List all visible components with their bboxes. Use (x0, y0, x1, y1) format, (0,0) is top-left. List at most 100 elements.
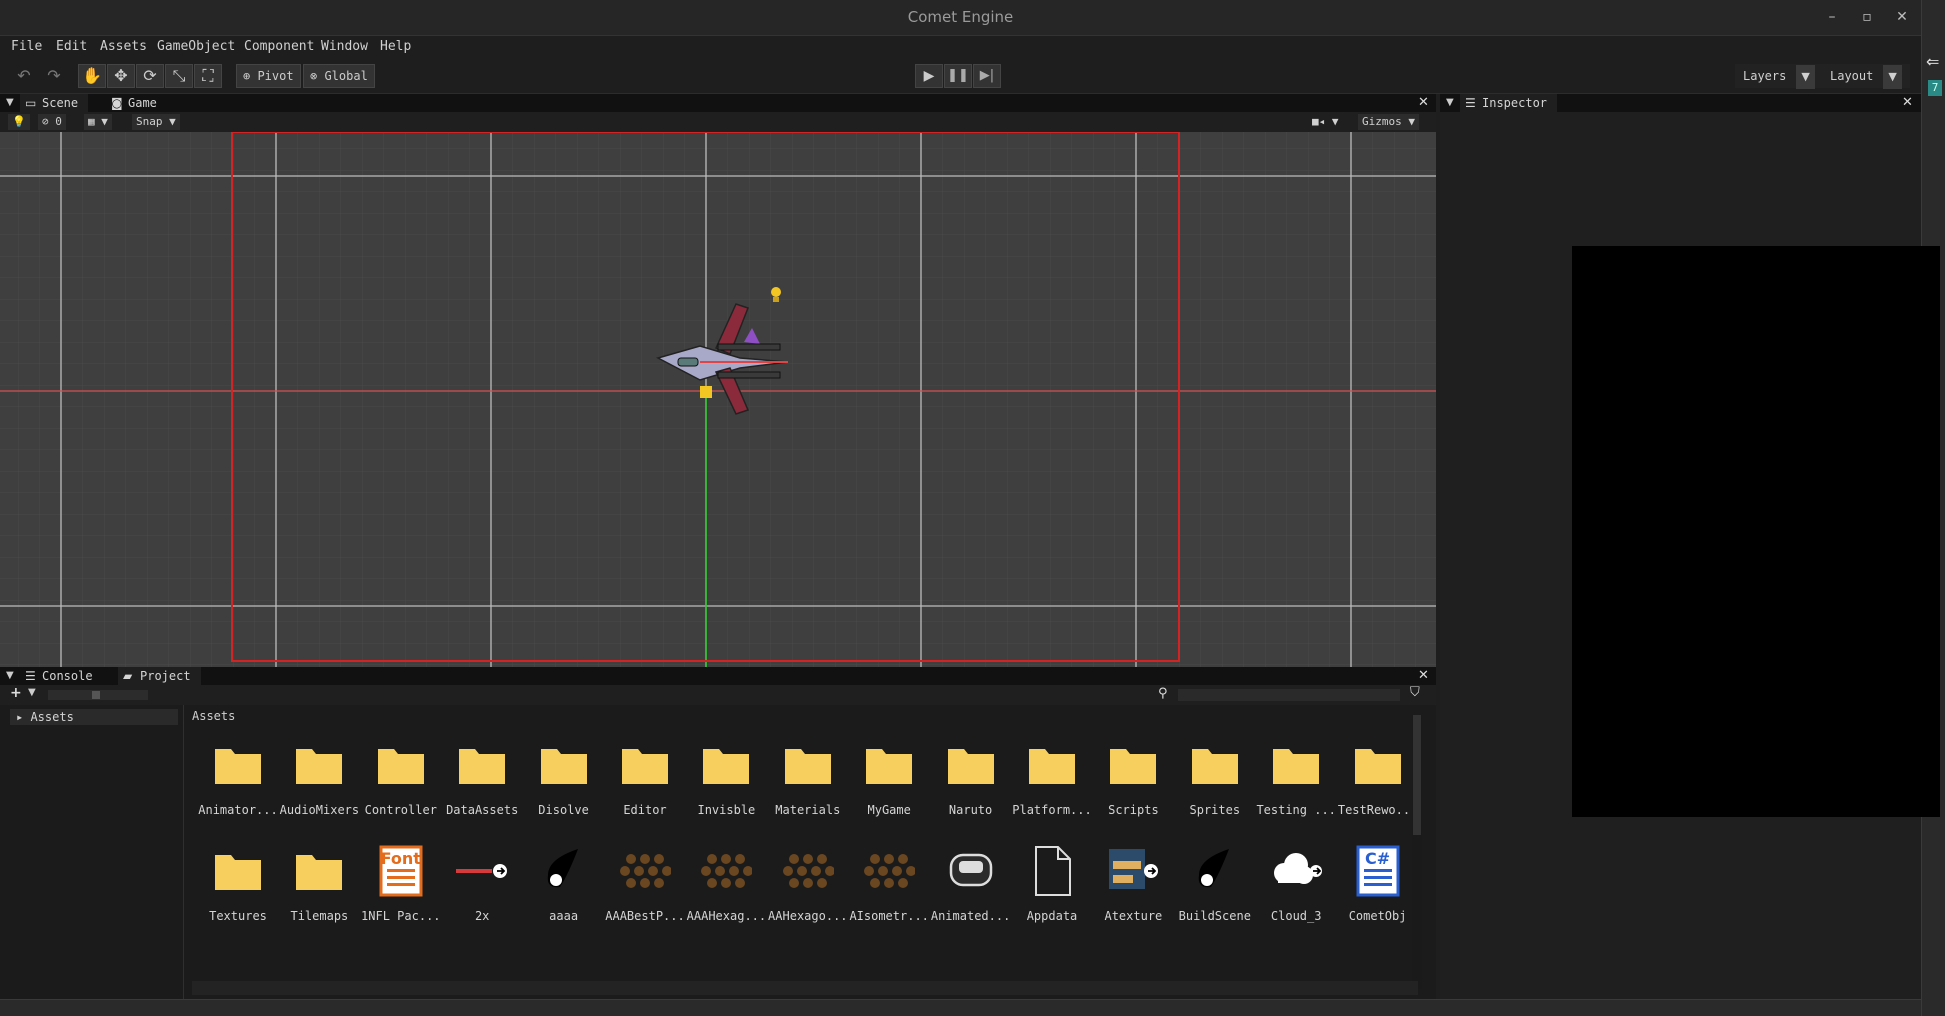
asset-item[interactable]: AAHexago... (768, 833, 848, 933)
menu-assets[interactable]: Assets (100, 39, 147, 54)
asset-item[interactable]: Naruto (931, 727, 1011, 827)
asset-item[interactable]: Appdata (1012, 833, 1092, 933)
visibility-toggle[interactable]: ⊘ 0 (38, 114, 66, 130)
asset-item[interactable]: Platform... (1012, 727, 1092, 827)
close-button[interactable]: ✕ (1890, 6, 1914, 28)
object-gizmo-icon[interactable] (700, 386, 712, 398)
project-toolbar: + ▼ ⚲ ⛉ (0, 685, 1436, 705)
panel-menu-icon[interactable]: ▼ (6, 94, 14, 112)
asset-label: Atexture (1104, 909, 1163, 923)
asset-icon-text: C# (1365, 849, 1391, 868)
snap-label: Snap (136, 115, 163, 128)
asset-item[interactable]: Atexture (1093, 833, 1173, 933)
asset-item[interactable]: Controller (361, 727, 441, 827)
global-button[interactable]: ⊗ Global (303, 64, 375, 88)
expand-arrow-icon: ▸ (16, 710, 31, 724)
horizontal-scrollbar[interactable] (192, 981, 1418, 995)
tab-scene[interactable]: ▭ Scene (20, 94, 89, 112)
asset-item[interactable]: 2x (442, 833, 522, 933)
pause-button[interactable]: ❚❚ (944, 64, 972, 88)
asset-item[interactable]: Sprites (1175, 727, 1255, 827)
asset-label: DataAssets (446, 803, 519, 817)
back-arrow-icon[interactable]: ⇐ (1926, 52, 1939, 71)
layers-dropdown[interactable]: Layers ▼ (1735, 64, 1823, 89)
pivot-button[interactable]: ⊕ Pivot (236, 64, 301, 88)
maximize-button[interactable]: ▫ (1855, 6, 1879, 28)
scale-tool-icon[interactable]: ⤡ (165, 64, 193, 88)
asset-item[interactable]: TestRewo... (1338, 727, 1418, 827)
asset-item[interactable]: Invisble (686, 727, 766, 827)
tab-project[interactable]: ▰ Project (118, 667, 201, 685)
scene-viewport[interactable] (0, 132, 1436, 667)
folder-icon (296, 749, 343, 784)
close-project-icon[interactable]: ✕ (1418, 667, 1429, 685)
add-asset-icon[interactable]: + (10, 685, 22, 701)
light-toggle-icon[interactable]: 💡 (8, 114, 30, 130)
asset-item[interactable]: AudioMixers (279, 727, 359, 827)
asset-item[interactable]: Font 1NFL Pac... (361, 833, 441, 933)
tab-game[interactable]: ◙ Game (106, 94, 167, 112)
gizmos-dropdown[interactable]: Gizmos ▼ (1358, 114, 1419, 130)
asset-label: aaaa (549, 909, 579, 923)
camera-dropdown[interactable]: ■◂ ▼ (1308, 114, 1343, 130)
vertical-scrollbar[interactable] (1412, 715, 1422, 989)
redo-icon[interactable]: ↷ (40, 64, 68, 88)
atlas-icon (1109, 849, 1159, 889)
asset-item[interactable]: BuildScene (1175, 833, 1255, 933)
asset-item[interactable]: C# CometObj (1338, 833, 1418, 933)
snap-dropdown[interactable]: Snap ▼ (132, 114, 180, 130)
asset-item[interactable]: Materials (768, 727, 848, 827)
asset-item[interactable]: Tilemaps (279, 833, 359, 933)
asset-item[interactable]: AIsometr... (849, 833, 929, 933)
menu-file[interactable]: File (11, 39, 42, 54)
asset-item[interactable]: AAABestP... (605, 833, 685, 933)
breadcrumb[interactable]: Assets (192, 709, 235, 723)
minimize-button[interactable]: – (1820, 6, 1844, 28)
rect-tool-icon[interactable]: ⛶ (194, 64, 222, 88)
menu-gameobject[interactable]: GameObject (157, 39, 235, 54)
add-dropdown-icon[interactable]: ▼ (28, 687, 36, 698)
layout-dropdown[interactable]: Layout ▼ (1822, 64, 1910, 89)
asset-item[interactable]: Textures (198, 833, 278, 933)
light-gizmo-icon[interactable] (771, 287, 781, 297)
asset-item[interactable]: Testing ... (1256, 727, 1336, 827)
menu-window[interactable]: Window (321, 39, 368, 54)
menu-help[interactable]: Help (380, 39, 411, 54)
grid-toggle-icon[interactable]: ▦ ▼ (84, 114, 112, 130)
badge-icon[interactable]: 7 (1928, 80, 1942, 96)
hand-tool-icon[interactable]: ✋ (78, 64, 106, 88)
scrollbar-thumb[interactable] (1413, 715, 1421, 835)
zoom-slider[interactable] (48, 690, 148, 700)
undo-icon[interactable]: ↶ (10, 64, 38, 88)
tab-console[interactable]: ☰ Console (20, 667, 103, 685)
tag-icon[interactable]: ⛉ (1410, 685, 1420, 700)
asset-item[interactable]: Cloud_3 (1256, 833, 1336, 933)
move-tool-icon[interactable]: ✥ (107, 64, 135, 88)
tab-inspector[interactable]: ☰ Inspector (1460, 94, 1558, 112)
menu-edit[interactable]: Edit (56, 39, 87, 54)
asset-item[interactable]: Animator... (198, 727, 278, 827)
panel-menu-icon[interactable]: ▼ (6, 667, 14, 685)
menu-component[interactable]: Component (244, 39, 314, 54)
asset-item[interactable]: Editor (605, 727, 685, 827)
panel-menu-icon[interactable]: ▼ (1446, 94, 1454, 112)
zoom-slider-handle[interactable] (92, 691, 100, 699)
asset-item[interactable]: Disolve (524, 727, 604, 827)
play-button[interactable]: ▶ (915, 64, 943, 88)
asset-item[interactable]: MyGame (849, 727, 929, 827)
close-inspector-icon[interactable]: ✕ (1902, 94, 1913, 112)
asset-item[interactable]: Scripts (1093, 727, 1173, 827)
asset-item[interactable]: aaaa (524, 833, 604, 933)
close-scene-icon[interactable]: ✕ (1418, 94, 1429, 112)
asset-item[interactable]: AAAHexag... (686, 833, 766, 933)
search-input[interactable] (1178, 689, 1400, 701)
asset-label: TestRewo... (1337, 803, 1418, 817)
step-button[interactable]: ▶| (973, 64, 1001, 88)
asset-label: Scripts (1108, 803, 1159, 817)
asset-item[interactable]: Animated... (931, 833, 1011, 933)
hex-icon (620, 854, 671, 888)
tree-item-assets[interactable]: ▸ Assets (10, 709, 178, 725)
rotate-tool-icon[interactable]: ⟳ (136, 64, 164, 88)
asset-label: Sprites (1189, 803, 1241, 817)
asset-item[interactable]: DataAssets (442, 727, 522, 827)
